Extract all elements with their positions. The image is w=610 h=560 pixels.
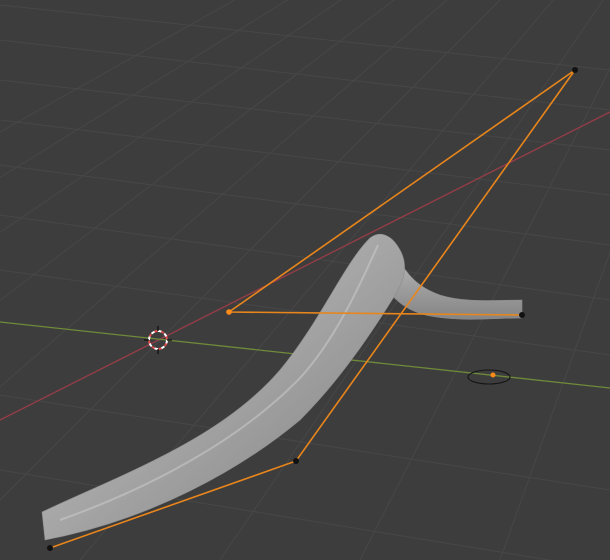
control-point-1[interactable] bbox=[47, 545, 53, 551]
control-point-4-selected[interactable] bbox=[226, 309, 232, 315]
curve-tube-mesh[interactable] bbox=[41, 234, 523, 541]
control-point-2[interactable] bbox=[293, 458, 299, 464]
viewport-canvas[interactable] bbox=[0, 0, 610, 560]
control-point-3[interactable] bbox=[572, 67, 578, 73]
control-point-5[interactable] bbox=[519, 312, 525, 318]
floor-grid bbox=[0, 0, 610, 560]
3d-viewport[interactable] bbox=[0, 0, 610, 560]
